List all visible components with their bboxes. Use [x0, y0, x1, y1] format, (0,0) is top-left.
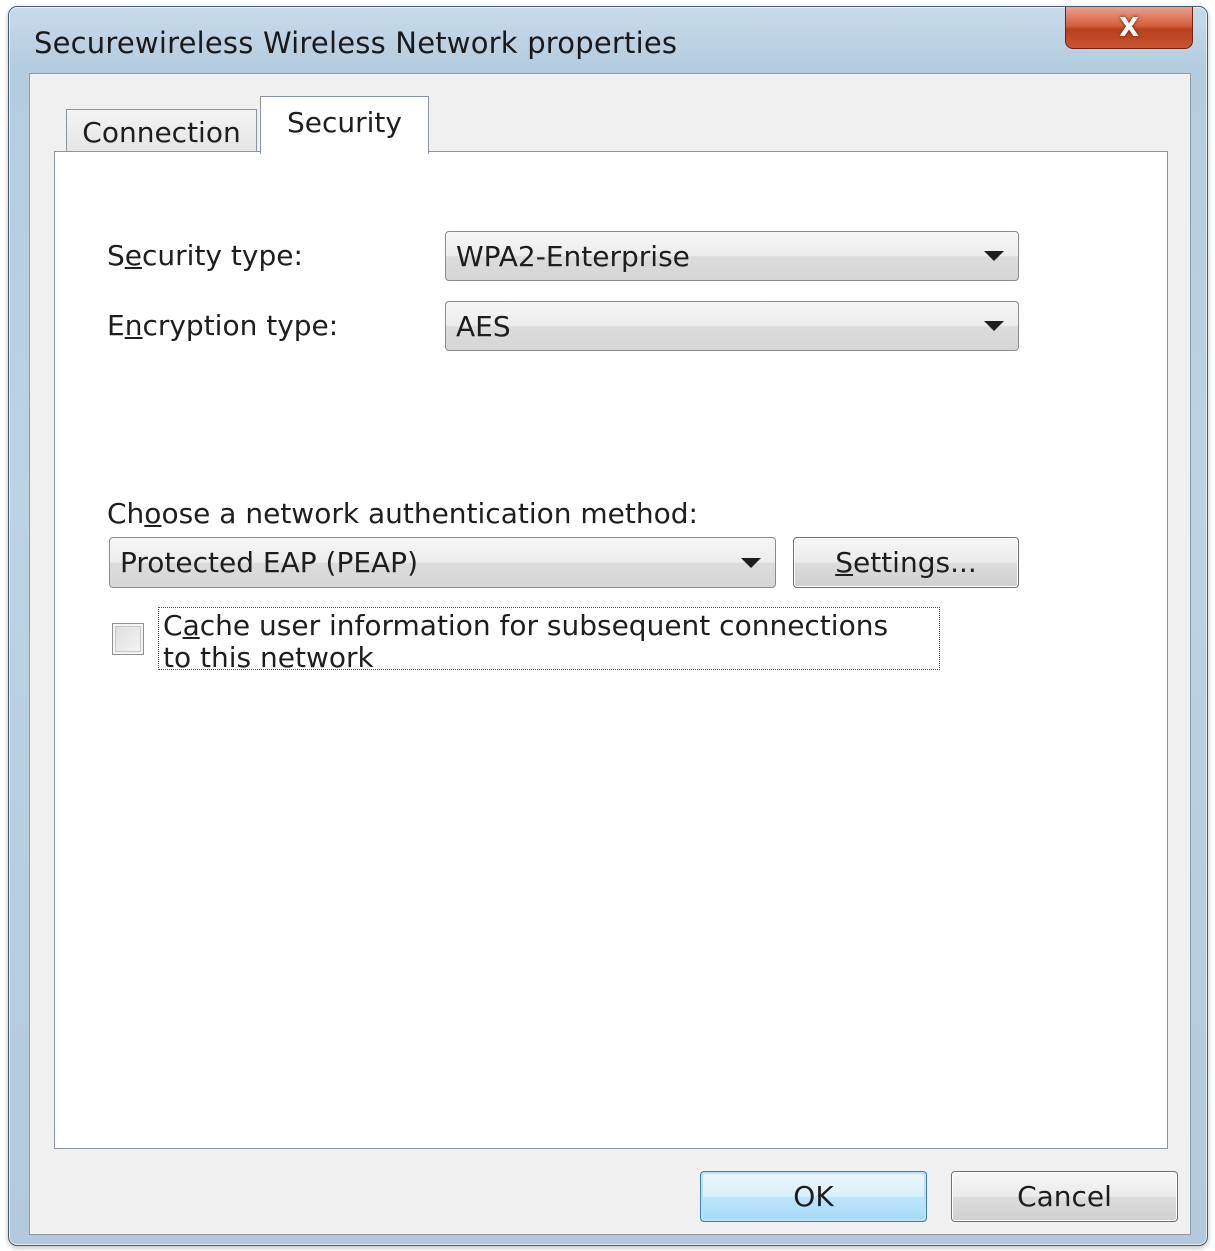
auth-method-value: Protected EAP (PEAP): [120, 546, 418, 579]
encryption-type-value: AES: [456, 309, 511, 343]
dropdown-arrow-icon: [984, 321, 1004, 331]
tab-connection[interactable]: Connection: [66, 109, 257, 154]
close-icon: X: [1118, 12, 1140, 43]
encryption-type-select[interactable]: AES: [445, 301, 1019, 351]
encryption-type-label: Encryption type:: [107, 309, 339, 342]
cache-label-line1: Cache user information for subsequent co…: [163, 609, 889, 642]
security-type-label: Security type:: [107, 239, 303, 272]
auth-method-label: Choose a network authentication method:: [107, 497, 698, 530]
settings-button[interactable]: Settings...: [793, 537, 1019, 588]
close-button[interactable]: X: [1065, 7, 1193, 49]
dropdown-arrow-icon: [984, 251, 1004, 261]
auth-method-select[interactable]: Protected EAP (PEAP): [109, 537, 776, 588]
security-tab-panel: Security type: WPA2-Enterprise Encryptio…: [54, 151, 1168, 1149]
cache-label-line2: to this network: [163, 641, 374, 674]
security-type-value: WPA2-Enterprise: [456, 239, 690, 273]
client-area: Connection Security Security type: WPA2-…: [29, 73, 1191, 1235]
security-type-select[interactable]: WPA2-Enterprise: [445, 231, 1019, 281]
cache-user-info-label[interactable]: Cache user information for subsequent co…: [158, 607, 940, 674]
cache-user-info-checkbox[interactable]: [112, 623, 144, 655]
ok-button[interactable]: OK: [700, 1171, 927, 1222]
window-title: Securewireless Wireless Network properti…: [34, 26, 678, 60]
dropdown-arrow-icon: [741, 557, 761, 568]
cancel-button[interactable]: Cancel: [951, 1171, 1178, 1222]
tab-security[interactable]: Security: [260, 96, 429, 154]
dialog-window: Securewireless Wireless Network properti…: [8, 6, 1208, 1246]
